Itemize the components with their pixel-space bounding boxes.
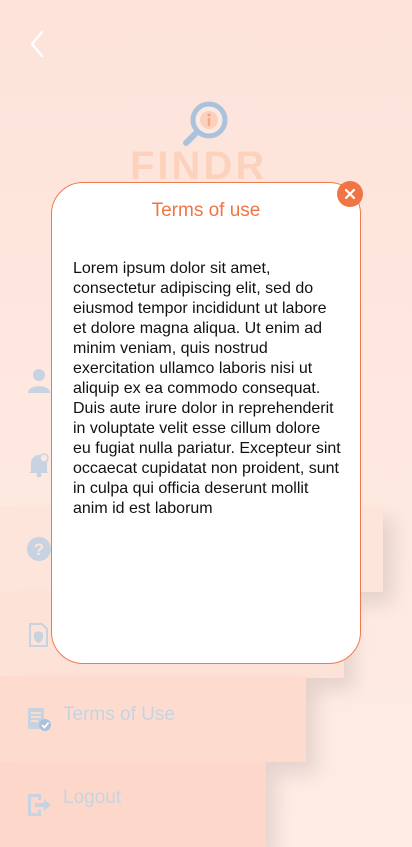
menu-item-logout[interactable]: Logout	[0, 762, 266, 847]
back-button[interactable]	[26, 28, 50, 60]
menu-item-label: Logout	[63, 787, 122, 808]
document-check-icon	[28, 708, 51, 731]
brand-logo-text: FINDR	[130, 144, 268, 188]
dialog-body-text: Lorem ipsum dolor sit amet, consectetur …	[73, 260, 341, 517]
close-dialog-button[interactable]	[337, 181, 363, 207]
svg-text:?: ?	[34, 540, 44, 559]
logout-icon	[28, 794, 51, 816]
terms-of-use-dialog: Terms of use Lorem ipsum dolor sit amet,…	[51, 182, 361, 664]
shield-document-icon	[29, 623, 48, 647]
menu-item-terms-of-use[interactable]: Terms of Use	[0, 676, 306, 762]
help-icon: ?	[27, 537, 51, 561]
bell-icon	[29, 453, 49, 478]
dialog-title: Terms of use	[151, 200, 261, 221]
user-icon	[28, 369, 50, 393]
chevron-left-icon	[30, 30, 44, 58]
menu-item-label: Terms of Use	[63, 704, 175, 725]
magnifier-logo-icon	[181, 98, 231, 148]
close-icon	[344, 188, 356, 200]
